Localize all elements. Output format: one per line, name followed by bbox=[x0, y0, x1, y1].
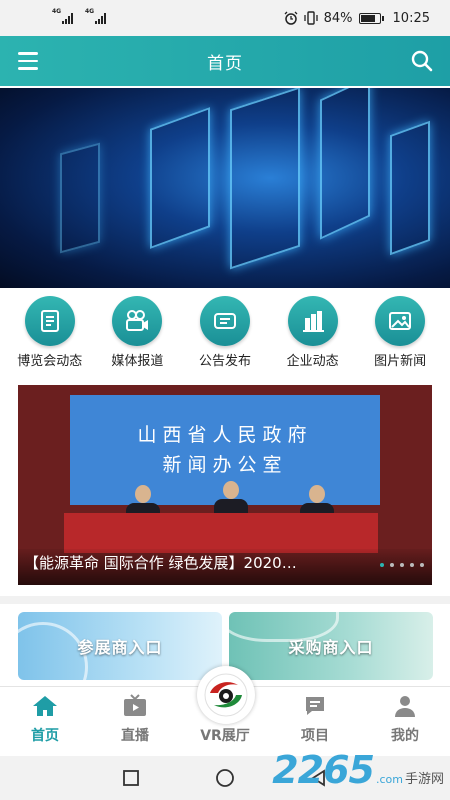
signal-indicators: 4G 4G bbox=[52, 8, 106, 24]
nav-label: 项目 bbox=[301, 728, 329, 744]
vr-logo-icon[interactable] bbox=[197, 666, 255, 724]
buyer-entry-label: 采购商入口 bbox=[288, 638, 374, 657]
nav-label: 直播 bbox=[121, 728, 149, 744]
battery-icon bbox=[358, 12, 384, 24]
alarm-icon bbox=[284, 11, 298, 25]
exhibitor-entry-label: 参展商入口 bbox=[77, 638, 163, 657]
quick-link-label: 媒体报道 bbox=[111, 354, 164, 369]
watermark-suffix: .com bbox=[375, 773, 403, 786]
buyer-entry-button[interactable]: 采购商入口 bbox=[229, 612, 433, 680]
signal-icon: 4G bbox=[52, 8, 73, 24]
status-bar: 4G 4G 84% 10:25 bbox=[0, 0, 450, 36]
announcement-icon bbox=[199, 296, 250, 346]
quick-link-label: 图片新闻 bbox=[374, 354, 427, 369]
image-icon bbox=[375, 296, 426, 346]
watermark-number: 2265 bbox=[272, 748, 375, 792]
news-carousel[interactable]: 山西省人民政府 新闻办公室 【能源革命 国际合作 绿色发展】2020… bbox=[18, 385, 432, 585]
battery-percent: 84% bbox=[323, 10, 353, 26]
conference-table bbox=[64, 513, 378, 553]
carousel-dot[interactable] bbox=[390, 563, 394, 567]
home-icon bbox=[31, 693, 59, 719]
section-divider bbox=[0, 596, 450, 604]
carousel-indicator bbox=[380, 563, 424, 567]
menu-button[interactable] bbox=[18, 52, 38, 70]
carousel-dot[interactable] bbox=[410, 563, 414, 567]
quick-link-photo-news[interactable]: 图片新闻 bbox=[357, 296, 443, 376]
news-caption: 【能源革命 国际合作 绿色发展】2020… bbox=[24, 554, 297, 572]
quick-link-announcements[interactable]: 公告发布 bbox=[182, 296, 268, 376]
building-icon bbox=[287, 296, 338, 346]
quick-links: 博览会动态 媒体报道 公告发布 企业动态 图片新闻 bbox=[0, 296, 450, 376]
home-button[interactable] bbox=[215, 768, 235, 788]
carousel-dot[interactable] bbox=[380, 563, 384, 567]
network-type-label: 4G bbox=[85, 8, 95, 15]
search-button[interactable] bbox=[410, 49, 434, 73]
tv-icon bbox=[121, 693, 149, 719]
backdrop-text: 新闻办公室 bbox=[162, 454, 288, 476]
nav-label: VR展厅 bbox=[200, 728, 250, 744]
vibrate-icon bbox=[303, 11, 318, 25]
quick-link-media-reports[interactable]: 媒体报道 bbox=[94, 296, 180, 376]
nav-label: 首页 bbox=[31, 728, 59, 744]
user-icon bbox=[391, 693, 419, 719]
quick-link-expo-news[interactable]: 博览会动态 bbox=[7, 296, 93, 376]
nav-profile[interactable]: 我的 bbox=[365, 693, 445, 745]
quick-link-company-news[interactable]: 企业动态 bbox=[270, 296, 356, 376]
nav-home[interactable]: 首页 bbox=[5, 693, 85, 745]
nav-live[interactable]: 直播 bbox=[95, 693, 175, 745]
signal-icon: 4G bbox=[85, 8, 106, 24]
clock: 10:25 bbox=[392, 10, 430, 26]
watermark: 2265 .com 手游网 bbox=[272, 748, 444, 792]
nav-projects[interactable]: 项目 bbox=[275, 693, 355, 745]
quick-link-label: 公告发布 bbox=[198, 354, 251, 369]
nav-label: 我的 bbox=[391, 728, 419, 744]
search-icon bbox=[411, 50, 433, 72]
recent-apps-button[interactable] bbox=[121, 768, 141, 788]
menu-icon bbox=[18, 52, 38, 55]
video-camera-icon bbox=[112, 296, 163, 346]
banner-carousel[interactable] bbox=[0, 88, 450, 288]
page-title: 首页 bbox=[207, 53, 243, 74]
exhibitor-entry-button[interactable]: 参展商入口 bbox=[18, 612, 222, 680]
quick-link-label: 企业动态 bbox=[286, 354, 339, 369]
backdrop-text: 山西省人民政府 bbox=[137, 424, 313, 446]
quick-link-label: 博览会动态 bbox=[17, 354, 83, 369]
document-icon bbox=[24, 296, 75, 346]
status-right: 84% 10:25 bbox=[284, 11, 430, 26]
app-header: 首页 bbox=[0, 36, 450, 86]
watermark-text: 手游网 bbox=[404, 772, 444, 787]
carousel-dot[interactable] bbox=[420, 563, 424, 567]
project-icon bbox=[301, 693, 329, 719]
carousel-dot[interactable] bbox=[400, 563, 404, 567]
network-type-label: 4G bbox=[52, 8, 62, 15]
